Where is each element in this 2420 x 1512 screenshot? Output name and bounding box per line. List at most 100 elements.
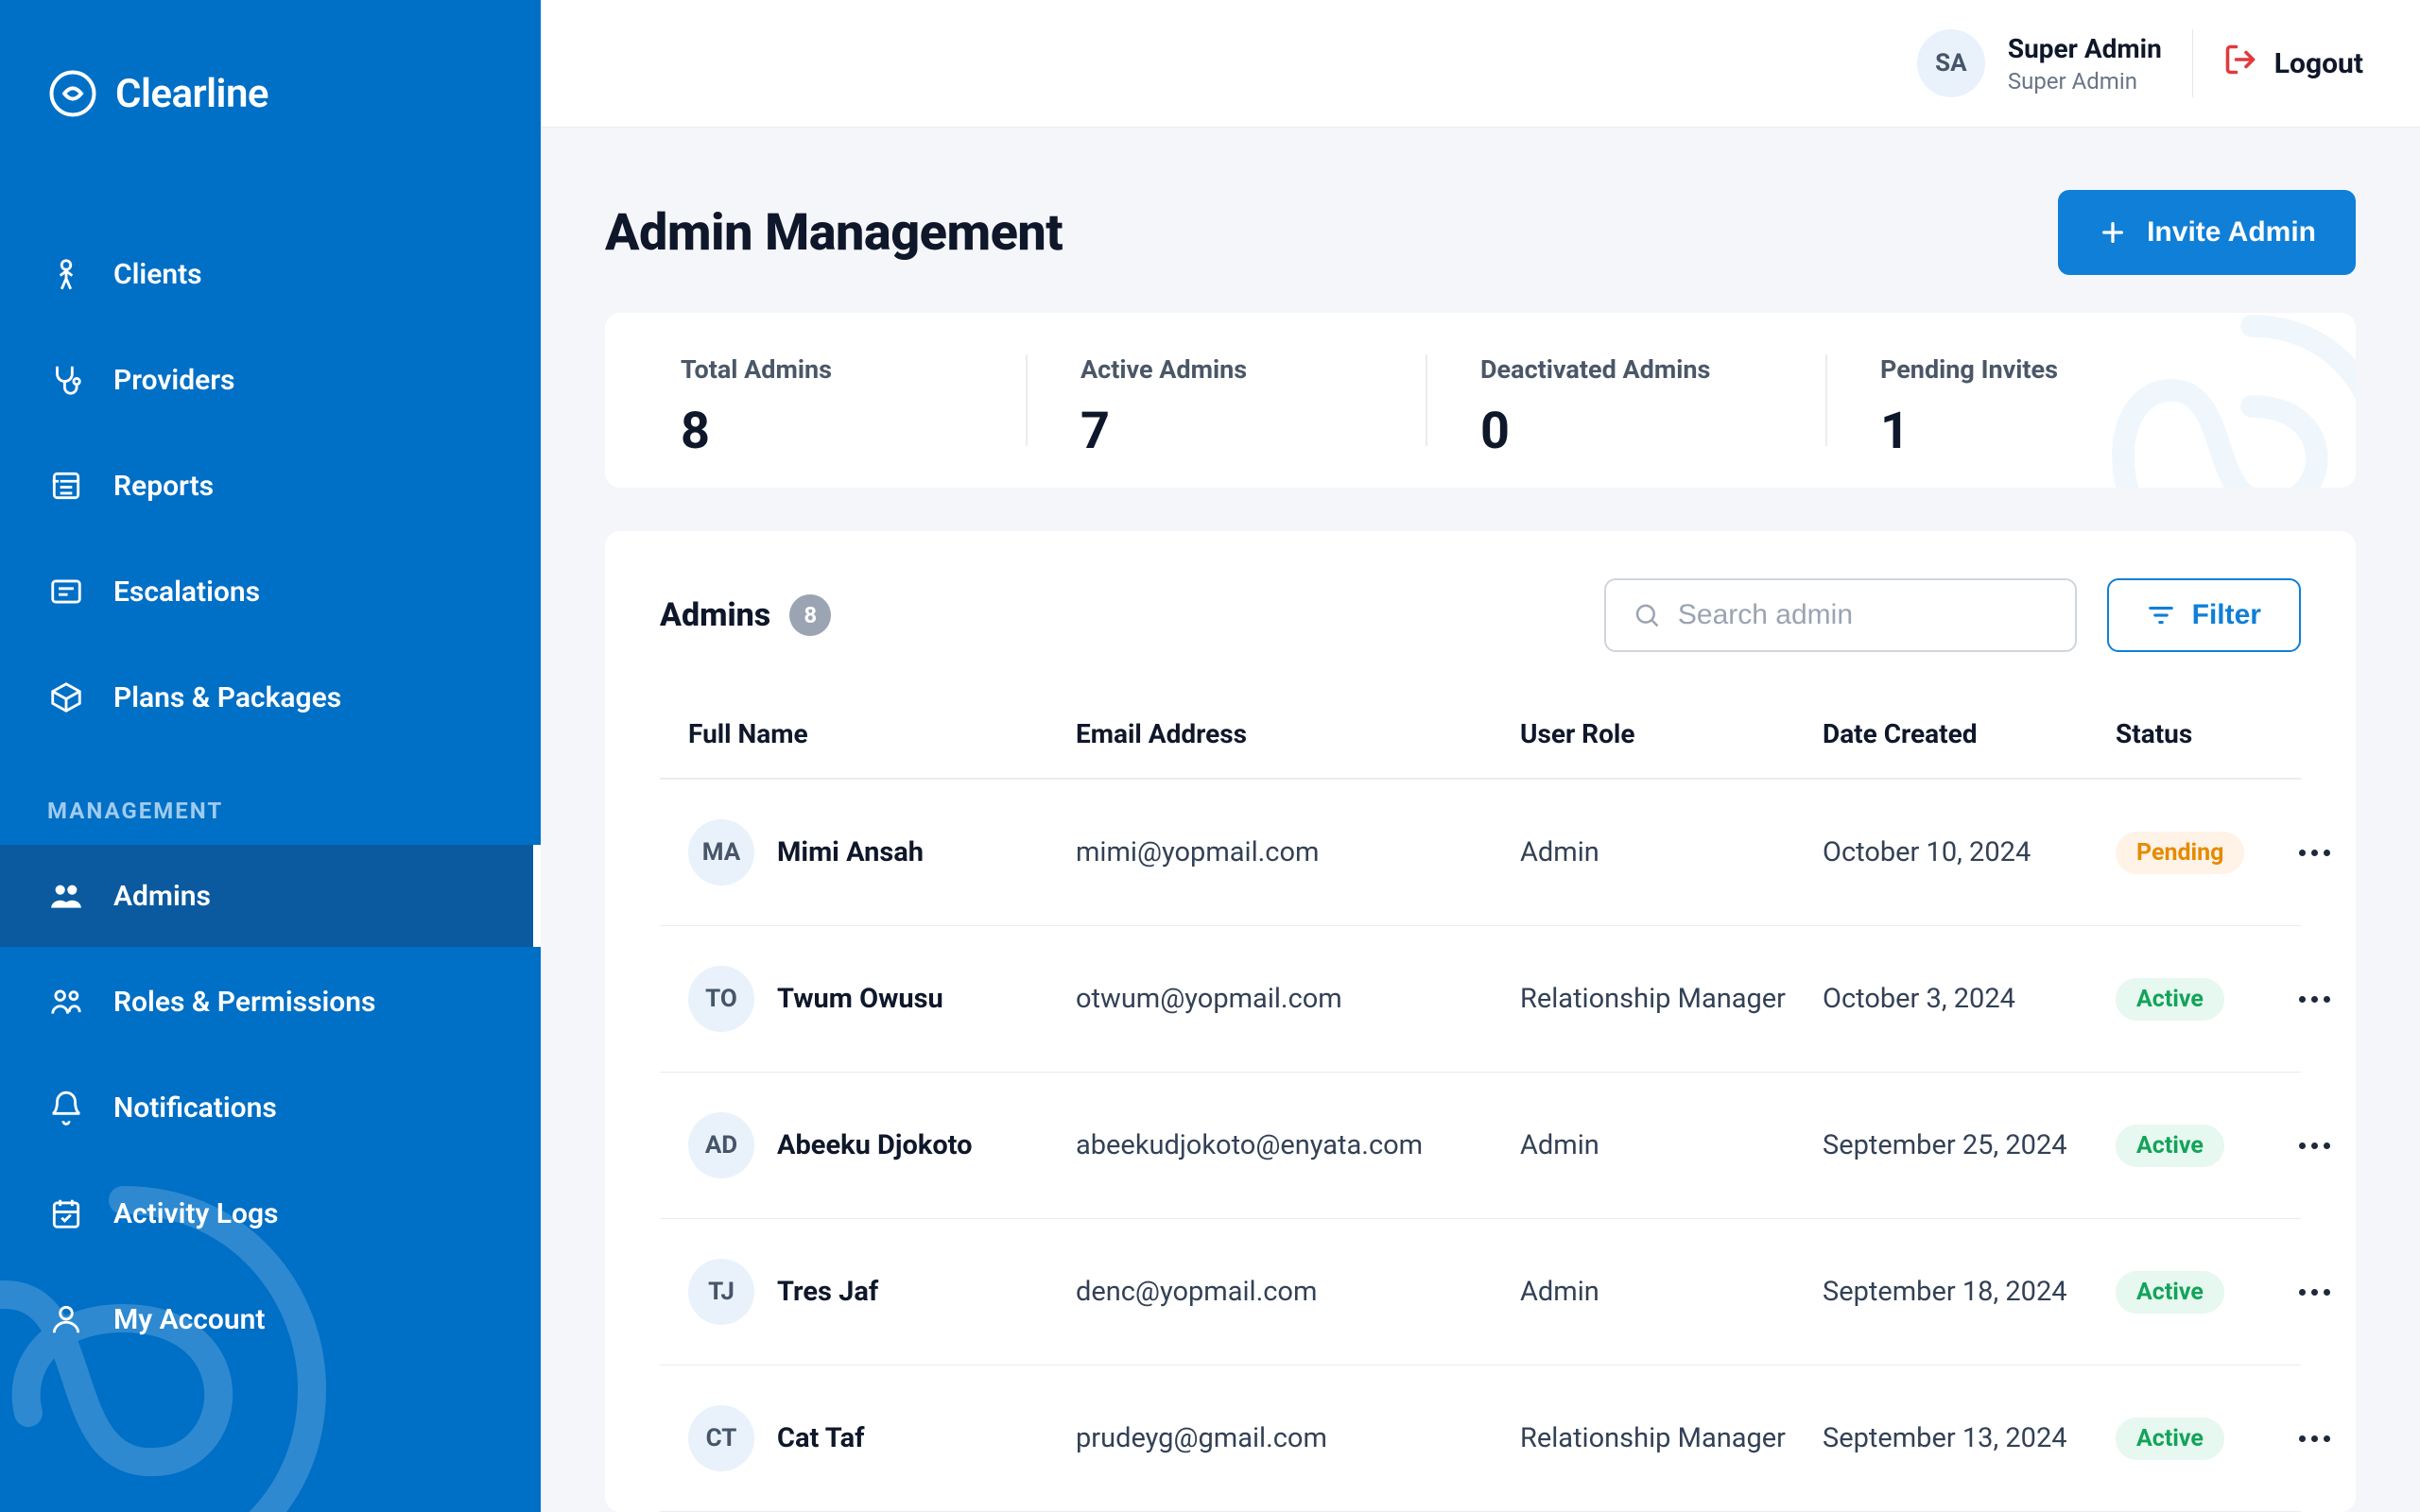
logout-button[interactable]: Logout	[2223, 43, 2363, 84]
nav-item-providers[interactable]: Providers	[0, 329, 541, 431]
logout-label: Logout	[2274, 47, 2363, 80]
row-status: Active	[2116, 978, 2286, 1021]
row-name: Twum Owusu	[777, 983, 943, 1015]
filter-icon	[2147, 601, 2175, 629]
page-header: Admin Management Invite Admin	[541, 128, 2420, 313]
stat-pending: Pending Invites 1	[1880, 354, 2280, 446]
nav-label: Roles & Permissions	[113, 986, 375, 1019]
invite-admin-label: Invite Admin	[2147, 216, 2316, 249]
stat-value: 8	[681, 402, 1071, 461]
nav-item-admins[interactable]: Admins	[0, 845, 541, 947]
nav-label: Admins	[113, 880, 211, 913]
row-role: Relationship Manager	[1520, 1422, 1823, 1454]
nav-group-management: MANAGEMENT	[0, 752, 541, 841]
row-date: September 18, 2024	[1823, 1276, 2116, 1308]
stat-label: Deactivated Admins	[1480, 354, 1871, 385]
row-email: otwum@yopmail.com	[1076, 983, 1520, 1015]
row-role: Admin	[1520, 836, 1823, 868]
col-header-name: Full Name	[688, 718, 1076, 749]
logout-icon	[2223, 43, 2257, 84]
nav-item-notifications[interactable]: Notifications	[0, 1057, 541, 1159]
escalations-icon	[47, 573, 85, 610]
user-role: Super Admin	[2008, 68, 2162, 94]
row-name: Tres Jaf	[777, 1276, 878, 1308]
more-actions-button[interactable]	[2286, 996, 2342, 1003]
nav-label: Reports	[113, 470, 214, 503]
row-status: Active	[2116, 1125, 2286, 1167]
name-cell: AD Abeeku Djokoto	[688, 1112, 1076, 1178]
row-avatar: CT	[688, 1405, 754, 1471]
status-pill: Active	[2116, 1418, 2224, 1460]
status-pill: Pending	[2116, 832, 2244, 874]
nav-label: Escalations	[113, 576, 260, 609]
admins-icon	[47, 877, 85, 915]
more-actions-button[interactable]	[2286, 1435, 2342, 1442]
page-title: Admin Management	[605, 203, 1063, 263]
col-header-role: User Role	[1520, 718, 1823, 749]
more-actions-button[interactable]	[2286, 850, 2342, 856]
topbar: SA Super Admin Super Admin Logout	[541, 0, 2420, 128]
name-cell: CT Cat Taf	[688, 1405, 1076, 1471]
row-name: Cat Taf	[777, 1422, 865, 1454]
topbar-divider	[2192, 29, 2193, 97]
row-avatar: TO	[688, 966, 754, 1032]
col-header-date: Date Created	[1823, 718, 2116, 749]
stat-active: Active Admins 7	[1080, 354, 1480, 446]
nav-item-reports[interactable]: Reports	[0, 435, 541, 537]
user-block[interactable]: SA Super Admin Super Admin	[1917, 29, 2162, 97]
plus-icon	[2098, 217, 2128, 248]
admins-title: Admins	[660, 596, 770, 634]
nav-label: Plans & Packages	[113, 681, 341, 714]
row-actions	[2286, 850, 2342, 856]
providers-icon	[47, 361, 85, 399]
search-input[interactable]	[1678, 599, 2048, 631]
table-row[interactable]: AD Abeeku Djokoto abeekudjokoto@enyata.c…	[660, 1073, 2301, 1219]
stat-total: Total Admins 8	[681, 354, 1080, 446]
col-header-email: Email Address	[1076, 718, 1520, 749]
stats-card: Total Admins 8 Active Admins 7 Deactivat…	[605, 313, 2356, 488]
row-name: Abeeku Djokoto	[777, 1129, 973, 1161]
row-date: October 10, 2024	[1823, 836, 2116, 868]
row-role: Admin	[1520, 1276, 1823, 1308]
stat-value: 0	[1480, 402, 1871, 461]
account-icon	[47, 1300, 85, 1338]
user-name: Super Admin	[2008, 33, 2162, 64]
search-box[interactable]	[1604, 578, 2077, 652]
stat-label: Total Admins	[681, 354, 1071, 385]
main-content: SA Super Admin Super Admin Logout Admin …	[541, 0, 2420, 1512]
admins-card-header: Admins 8 Filter	[660, 578, 2301, 690]
row-role: Relationship Manager	[1520, 983, 1823, 1015]
reports-icon	[47, 467, 85, 505]
brand-logo: Clearline	[0, 0, 541, 166]
roles-icon	[47, 983, 85, 1021]
row-avatar: AD	[688, 1112, 754, 1178]
nav-item-my-account[interactable]: My Account	[0, 1268, 541, 1370]
stat-deactivated: Deactivated Admins 0	[1480, 354, 1880, 446]
admins-count-pill: 8	[789, 594, 831, 636]
nav-item-roles[interactable]: Roles & Permissions	[0, 951, 541, 1053]
row-avatar: MA	[688, 819, 754, 885]
table-row[interactable]: MA Mimi Ansah mimi@yopmail.com Admin Oct…	[660, 780, 2301, 926]
row-email: prudeyg@gmail.com	[1076, 1422, 1520, 1454]
search-icon	[1633, 599, 1661, 631]
more-actions-button[interactable]	[2286, 1143, 2342, 1149]
nav-item-escalations[interactable]: Escalations	[0, 541, 541, 643]
row-email: denc@yopmail.com	[1076, 1276, 1520, 1308]
name-cell: TJ Tres Jaf	[688, 1259, 1076, 1325]
table-row[interactable]: CT Cat Taf prudeyg@gmail.com Relationshi…	[660, 1366, 2301, 1512]
nav-item-plans[interactable]: Plans & Packages	[0, 646, 541, 748]
row-actions	[2286, 1289, 2342, 1296]
nav-item-clients[interactable]: Clients	[0, 223, 541, 325]
table-row[interactable]: TO Twum Owusu otwum@yopmail.com Relation…	[660, 926, 2301, 1073]
nav-item-activity-logs[interactable]: Activity Logs	[0, 1162, 541, 1264]
user-names: Super Admin Super Admin	[2008, 33, 2162, 94]
col-header-status: Status	[2116, 718, 2286, 749]
nav-label: Clients	[113, 258, 202, 291]
more-actions-button[interactable]	[2286, 1289, 2342, 1296]
plans-icon	[47, 679, 85, 716]
table-row[interactable]: TJ Tres Jaf denc@yopmail.com Admin Septe…	[660, 1219, 2301, 1366]
invite-admin-button[interactable]: Invite Admin	[2058, 190, 2356, 275]
avatar: SA	[1917, 29, 1985, 97]
filter-button[interactable]: Filter	[2107, 578, 2301, 652]
admins-table: Full Name Email Address User Role Date C…	[660, 690, 2301, 1512]
